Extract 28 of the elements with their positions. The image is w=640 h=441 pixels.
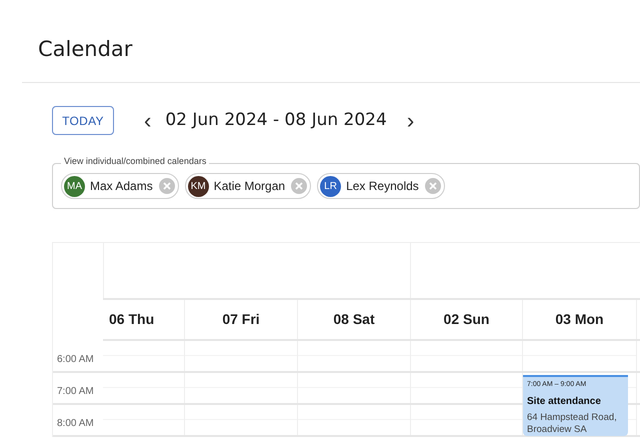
filter-legend: View individual/combined calendars: [61, 157, 210, 166]
remove-icon[interactable]: [158, 178, 175, 194]
today-button[interactable]: TODAY: [52, 106, 114, 135]
next-week-button[interactable]: ›: [402, 110, 418, 132]
chip-label: Katie Morgan: [214, 178, 286, 195]
day-header: 06 Thu: [109, 310, 154, 329]
avatar: LR: [320, 176, 342, 196]
time-label: 7:00 AM: [57, 386, 94, 397]
previous-week-button[interactable]: ‹: [140, 110, 156, 132]
day-header: 08 Sat: [333, 310, 375, 329]
day-header: 03 Mon: [555, 310, 604, 329]
avatar: KM: [188, 176, 209, 196]
remove-icon[interactable]: [424, 178, 441, 194]
chip-label: Max Adams: [90, 178, 153, 195]
event-location: 64 Hampstead Road, Broadview SA: [527, 412, 618, 436]
day-header: 07 Fri: [222, 310, 260, 329]
page-title: Calendar: [38, 36, 132, 63]
time-label: 8:00 AM: [57, 418, 94, 429]
chip-label: Lex Reynolds: [346, 178, 419, 195]
avatar: MA: [64, 176, 85, 196]
calendar-chip[interactable]: LR Lex Reynolds: [317, 173, 445, 199]
event-title: Site attendance: [527, 394, 602, 408]
day-header: 02 Sun: [444, 310, 490, 329]
time-label: 6:00 AM: [57, 354, 94, 365]
remove-icon[interactable]: [291, 178, 308, 194]
calendar-chip[interactable]: MA Max Adams: [61, 173, 179, 199]
date-range: 02 Jun 2024 - 08 Jun 2024: [165, 108, 387, 132]
calendar-chip[interactable]: KM Katie Morgan: [184, 173, 312, 199]
